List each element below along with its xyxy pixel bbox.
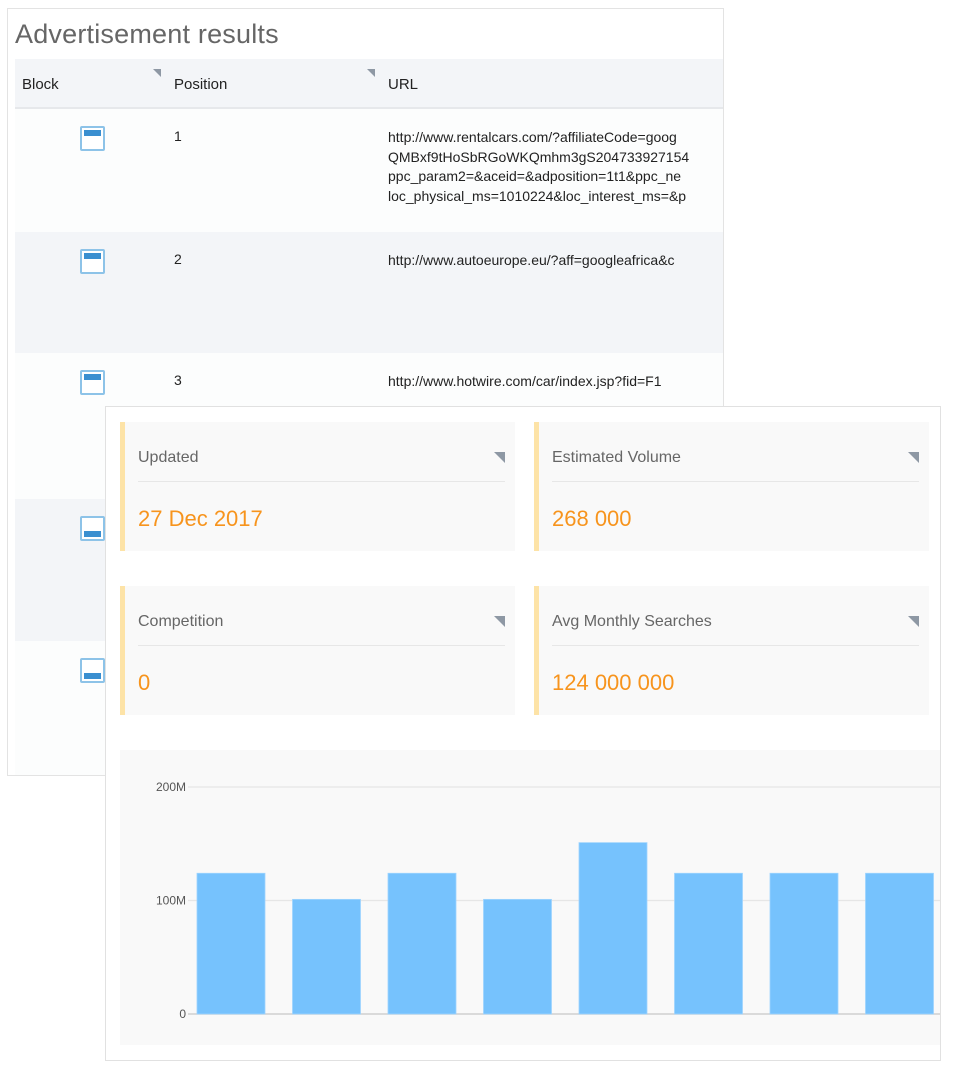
stat-card-competition: Competition 0 (120, 586, 515, 715)
column-header-url[interactable]: URL (388, 76, 418, 93)
table-row[interactable]: 1 http://www.rentalcars.com/?affiliateCo… (15, 109, 723, 232)
table-row[interactable]: 2 http://www.autoeurope.eu/?aff=googleaf… (15, 232, 723, 353)
stat-label: Updated (138, 449, 199, 466)
bottom-block-icon (80, 516, 105, 541)
sort-indicator-icon[interactable] (153, 69, 161, 77)
bar-3[interactable] (387, 872, 457, 1015)
corner-triangle-icon[interactable] (494, 452, 505, 463)
stat-card-updated: Updated 27 Dec 2017 (120, 422, 515, 551)
bar-6[interactable] (674, 872, 743, 1015)
bar-2[interactable] (292, 898, 361, 1015)
url-line: QMBxf9tHoSbRGoWKQmhm3gS204733927154 (388, 148, 690, 165)
top-block-icon (80, 126, 105, 151)
bar-5[interactable] (578, 842, 648, 1015)
y-tick-label: 0 (179, 1007, 186, 1021)
bar-4[interactable] (483, 898, 552, 1015)
sort-indicator-icon[interactable] (367, 69, 375, 77)
divider (138, 645, 505, 646)
panel-title: Advertisement results (15, 19, 279, 49)
stat-value: 268 000 (552, 506, 632, 531)
bar-7[interactable] (769, 872, 839, 1015)
stat-label: Avg Monthly Searches (552, 613, 712, 630)
divider (138, 481, 505, 482)
stat-label: Competition (138, 613, 224, 630)
stat-value: 0 (138, 670, 151, 695)
column-header-block[interactable]: Block (22, 76, 59, 93)
y-tick-label: 100M (156, 894, 186, 908)
bottom-block-icon (80, 658, 105, 683)
position-cell: 3 (174, 372, 182, 388)
stat-card-estimated-volume: Estimated Volume 268 000 (534, 422, 929, 551)
url-line: loc_physical_ms=1010224&loc_interest_ms=… (388, 187, 687, 204)
stat-label: Estimated Volume (552, 449, 681, 466)
divider (552, 481, 919, 482)
corner-triangle-icon[interactable] (908, 452, 919, 463)
url-line: http://www.rentalcars.com/?affiliateCode… (388, 129, 677, 145)
y-tick-label: 200M (156, 780, 186, 794)
position-cell: 2 (174, 251, 182, 267)
url-line: http://www.autoeurope.eu/?aff=googleafri… (388, 252, 675, 268)
url-cell[interactable]: http://www.hotwire.com/car/index.jsp?fid… (388, 372, 723, 392)
table-header: Block Position URL (15, 59, 723, 109)
column-header-position[interactable]: Position (174, 76, 227, 93)
url-line: http://www.hotwire.com/car/index.jsp?fid… (388, 373, 662, 389)
divider (552, 645, 919, 646)
url-line: ppc_param2=&aceid=&adposition=1t1&ppc_ne (388, 168, 682, 184)
corner-triangle-icon[interactable] (494, 616, 505, 627)
stat-card-avg-monthly-searches: Avg Monthly Searches 124 000 000 (534, 586, 929, 715)
bar-1[interactable] (196, 872, 266, 1015)
url-cell[interactable]: http://www.rentalcars.com/?affiliateCode… (388, 128, 723, 206)
bar-8[interactable] (865, 872, 934, 1015)
top-block-icon (80, 249, 105, 274)
stat-value: 124 000 000 (552, 670, 675, 695)
stat-value: 27 Dec 2017 (138, 506, 263, 531)
top-block-icon (80, 370, 105, 395)
bar-chart-svg: 0 100M 200M (156, 780, 940, 1021)
monthly-searches-chart: 0 100M 200M (120, 750, 940, 1045)
keyword-stats-panel: Updated 27 Dec 2017 Estimated Volume 268… (105, 406, 941, 1061)
position-cell: 1 (174, 128, 182, 144)
corner-triangle-icon[interactable] (908, 616, 919, 627)
url-cell[interactable]: http://www.autoeurope.eu/?aff=googleafri… (388, 251, 723, 271)
